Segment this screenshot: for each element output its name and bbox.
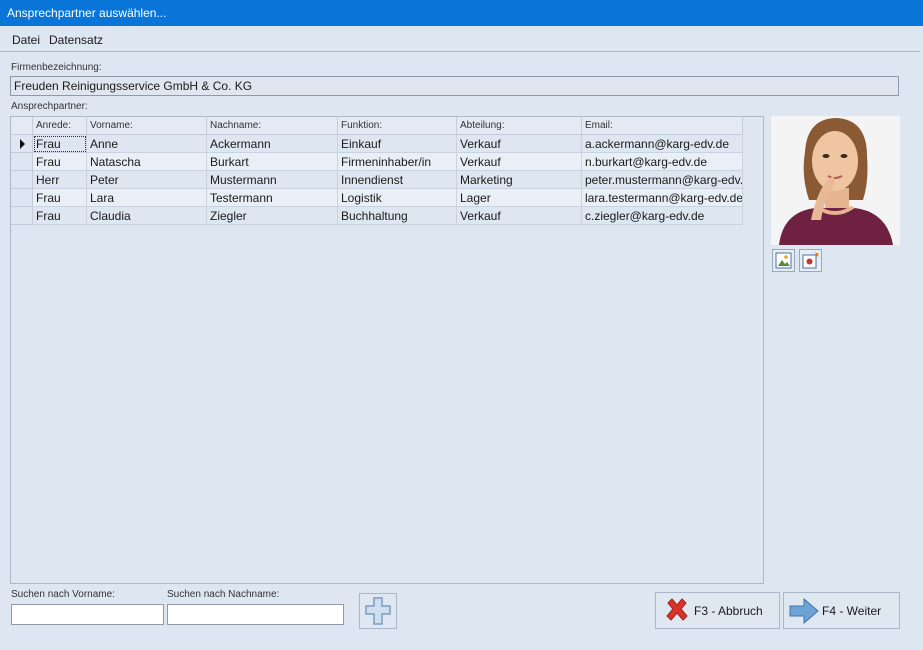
window-title: Ansprechpartner auswählen... [0, 0, 923, 26]
cell-nachname[interactable]: Ackermann [207, 135, 338, 153]
image-edit-icon [802, 252, 819, 269]
cell-email[interactable]: a.ackermann@karg-edv.de [582, 135, 743, 153]
cell-anrede[interactable]: Frau [33, 207, 87, 225]
cancel-button[interactable]: F3 - Abbruch [655, 592, 780, 629]
contacts-grid[interactable]: Anrede: Vorname: Nachname: Funktion: Abt… [10, 116, 764, 584]
next-button-label: F4 - Weiter [822, 604, 882, 618]
contacts-label: Ansprechpartner: [11, 101, 88, 112]
contact-portrait-image [771, 116, 900, 245]
arrow-right-icon [789, 597, 819, 625]
cell-funktion[interactable]: Buchhaltung [338, 207, 457, 225]
cell-email[interactable]: c.ziegler@karg-edv.de [582, 207, 743, 225]
cell-anrede[interactable]: Herr [33, 171, 87, 189]
row-selector[interactable] [11, 207, 33, 225]
cell-vorname[interactable]: Lara [87, 189, 207, 207]
cell-nachname[interactable]: Mustermann [207, 171, 338, 189]
cell-vorname[interactable]: Natascha [87, 153, 207, 171]
menu-datei[interactable]: Datei [12, 33, 40, 47]
cell-abteilung[interactable]: Verkauf [457, 153, 582, 171]
plus-icon [365, 597, 391, 625]
row-selector[interactable] [11, 189, 33, 207]
cell-vorname[interactable]: Anne [87, 135, 207, 153]
search-firstname-label: Suchen nach Vorname: [11, 589, 115, 600]
camera-photo-button[interactable] [799, 249, 822, 272]
cell-nachname[interactable]: Ziegler [207, 207, 338, 225]
cell-anrede[interactable]: Frau [33, 135, 87, 153]
current-row-arrow-icon [20, 139, 25, 149]
menu-datensatz[interactable]: Datensatz [49, 33, 103, 47]
cancel-button-label: F3 - Abbruch [694, 604, 763, 618]
search-lastname-input[interactable] [167, 604, 344, 625]
col-header-funktion[interactable]: Funktion: [338, 117, 457, 135]
cell-abteilung[interactable]: Lager [457, 189, 582, 207]
grid-corner [11, 117, 33, 135]
col-header-nachname[interactable]: Nachname: [207, 117, 338, 135]
load-photo-button[interactable] [772, 249, 795, 272]
company-field[interactable]: Freuden Reinigungsservice GmbH & Co. KG [10, 76, 899, 96]
row-selector-current[interactable] [11, 135, 33, 153]
row-selector[interactable] [11, 153, 33, 171]
search-lastname-label: Suchen nach Nachname: [167, 589, 280, 600]
cell-abteilung[interactable]: Marketing [457, 171, 582, 189]
next-button[interactable]: F4 - Weiter [783, 592, 900, 629]
col-header-abteilung[interactable]: Abteilung: [457, 117, 582, 135]
cell-anrede[interactable]: Frau [33, 189, 87, 207]
cell-abteilung[interactable]: Verkauf [457, 207, 582, 225]
search-firstname-input[interactable] [11, 604, 164, 625]
cell-funktion[interactable]: Innendienst [338, 171, 457, 189]
cell-vorname[interactable]: Peter [87, 171, 207, 189]
col-header-anrede[interactable]: Anrede: [33, 117, 87, 135]
row-selector[interactable] [11, 171, 33, 189]
company-label: Firmenbezeichnung: [11, 62, 102, 73]
cancel-x-icon [666, 598, 688, 621]
image-icon [775, 252, 792, 269]
table-row[interactable]: Frau Claudia Ziegler Buchhaltung Verkauf… [11, 207, 751, 225]
cell-funktion[interactable]: Logistik [338, 189, 457, 207]
table-row[interactable]: Frau Lara Testermann Logistik Lager lara… [11, 189, 751, 207]
cell-funktion[interactable]: Firmeninhaber/in [338, 153, 457, 171]
cell-nachname[interactable]: Testermann [207, 189, 338, 207]
cell-email[interactable]: lara.testermann@karg-edv.de [582, 189, 743, 207]
table-row[interactable]: Frau Anne Ackermann Einkauf Verkauf a.ac… [11, 135, 751, 153]
col-header-vorname[interactable]: Vorname: [87, 117, 207, 135]
menu-bar: Datei Datensatz [0, 28, 920, 52]
contact-photo [771, 116, 900, 245]
cell-nachname[interactable]: Burkart [207, 153, 338, 171]
cell-vorname[interactable]: Claudia [87, 207, 207, 225]
table-row[interactable]: Herr Peter Mustermann Innendienst Market… [11, 171, 751, 189]
col-header-email[interactable]: Email: [582, 117, 743, 135]
cell-anrede[interactable]: Frau [33, 153, 87, 171]
table-row[interactable]: Frau Natascha Burkart Firmeninhaber/in V… [11, 153, 751, 171]
cell-email[interactable]: n.burkart@karg-edv.de [582, 153, 743, 171]
cell-abteilung[interactable]: Verkauf [457, 135, 582, 153]
cell-funktion[interactable]: Einkauf [338, 135, 457, 153]
add-contact-button[interactable] [359, 593, 397, 629]
cell-email[interactable]: peter.mustermann@karg-edv.de [582, 171, 743, 189]
